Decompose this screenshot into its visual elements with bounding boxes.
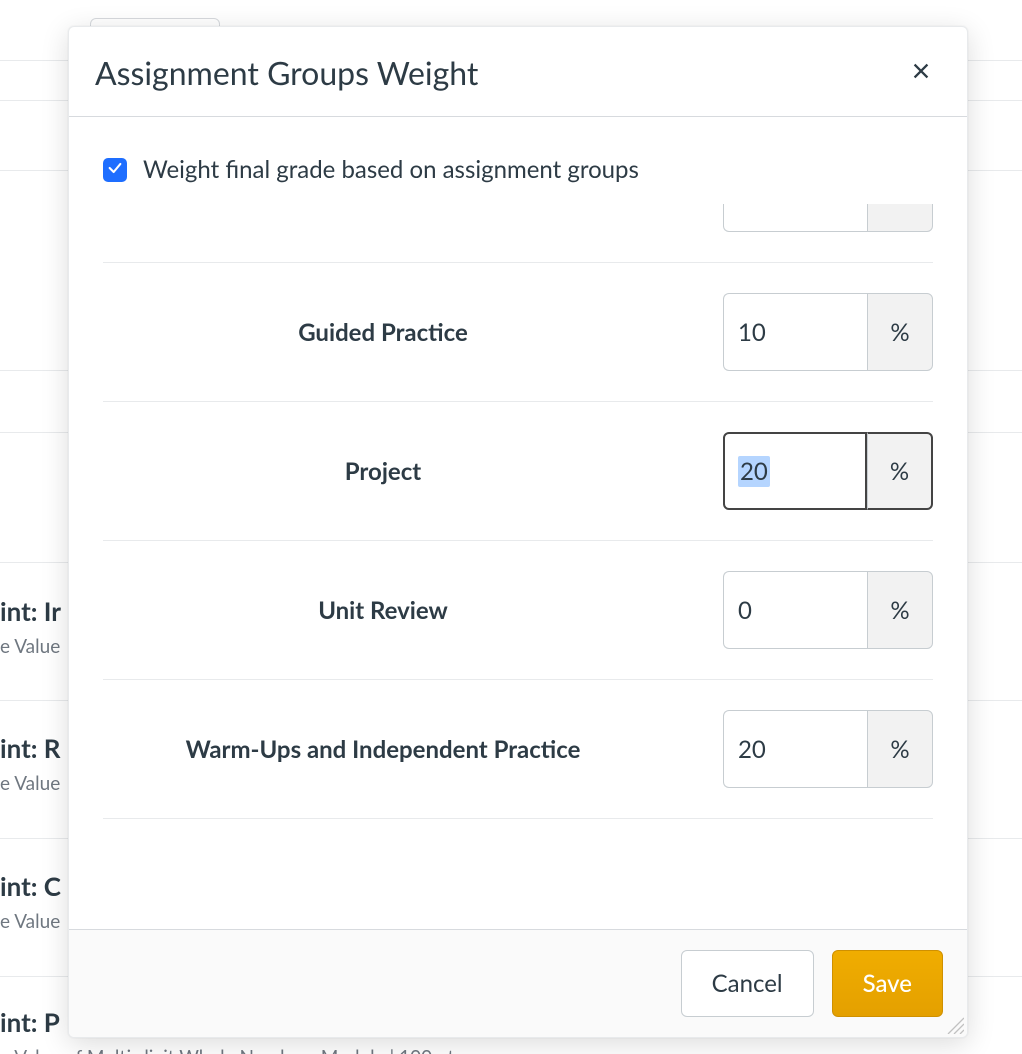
- weight-label: Unit Review: [103, 596, 703, 625]
- percent-addon: %: [867, 710, 933, 788]
- modal-footer: Cancel Save: [69, 929, 967, 1037]
- weight-label: Guided Practice: [103, 318, 703, 347]
- weight-input-warmups[interactable]: [723, 710, 867, 788]
- resize-grip-icon[interactable]: [944, 1014, 964, 1034]
- weight-input-group: 20 %: [723, 432, 933, 510]
- weights-list: Exam % Guided Practice % Project: [103, 204, 933, 844]
- checkmark-icon: [107, 160, 123, 180]
- weight-row-project: Project 20 %: [103, 402, 933, 541]
- save-button[interactable]: Save: [832, 950, 943, 1017]
- modal-body: Weight final grade based on assignment g…: [69, 117, 967, 929]
- weight-input-guided-practice[interactable]: [723, 293, 867, 371]
- percent-addon: %: [867, 293, 933, 371]
- bg-item-sub: e Value of Multi-digit Whole Numbers Mod…: [0, 1046, 1022, 1054]
- weight-input-exam[interactable]: [723, 204, 867, 232]
- weight-input-group: %: [723, 293, 933, 371]
- percent-addon: %: [867, 432, 933, 510]
- weight-checkbox[interactable]: [103, 158, 127, 182]
- weight-label: Exam: [103, 204, 703, 208]
- percent-addon: %: [867, 204, 933, 232]
- weight-row-guided-practice: Guided Practice %: [103, 263, 933, 402]
- close-icon: [910, 60, 932, 85]
- modal-header: Assignment Groups Weight: [69, 27, 967, 117]
- weight-row-unit-review: Unit Review %: [103, 541, 933, 680]
- weight-input-group: %: [723, 710, 933, 788]
- weight-row-exam: Exam %: [103, 204, 933, 263]
- total-row: Total 100%: [103, 819, 933, 844]
- modal-title: Assignment Groups Weight: [95, 53, 478, 92]
- close-button[interactable]: [903, 55, 939, 91]
- weight-checkbox-row[interactable]: Weight final grade based on assignment g…: [103, 155, 933, 184]
- total-label: Total: [103, 843, 723, 845]
- weight-input-project[interactable]: 20: [723, 432, 867, 510]
- total-value: 100%: [723, 841, 933, 844]
- weight-input-group: %: [723, 571, 933, 649]
- cancel-button[interactable]: Cancel: [681, 950, 814, 1017]
- weight-input-project-value: 20: [738, 456, 770, 487]
- weight-row-warmups: Warm-Ups and Independent Practice %: [103, 680, 933, 819]
- weight-checkbox-label: Weight final grade based on assignment g…: [143, 155, 639, 184]
- weight-label: Warm-Ups and Independent Practice: [103, 735, 703, 764]
- weight-input-group: %: [723, 204, 933, 232]
- weight-label: Project: [103, 457, 703, 486]
- assignment-groups-weight-modal: Assignment Groups Weight Weight final gr…: [68, 26, 968, 1038]
- weight-input-unit-review[interactable]: [723, 571, 867, 649]
- percent-addon: %: [867, 571, 933, 649]
